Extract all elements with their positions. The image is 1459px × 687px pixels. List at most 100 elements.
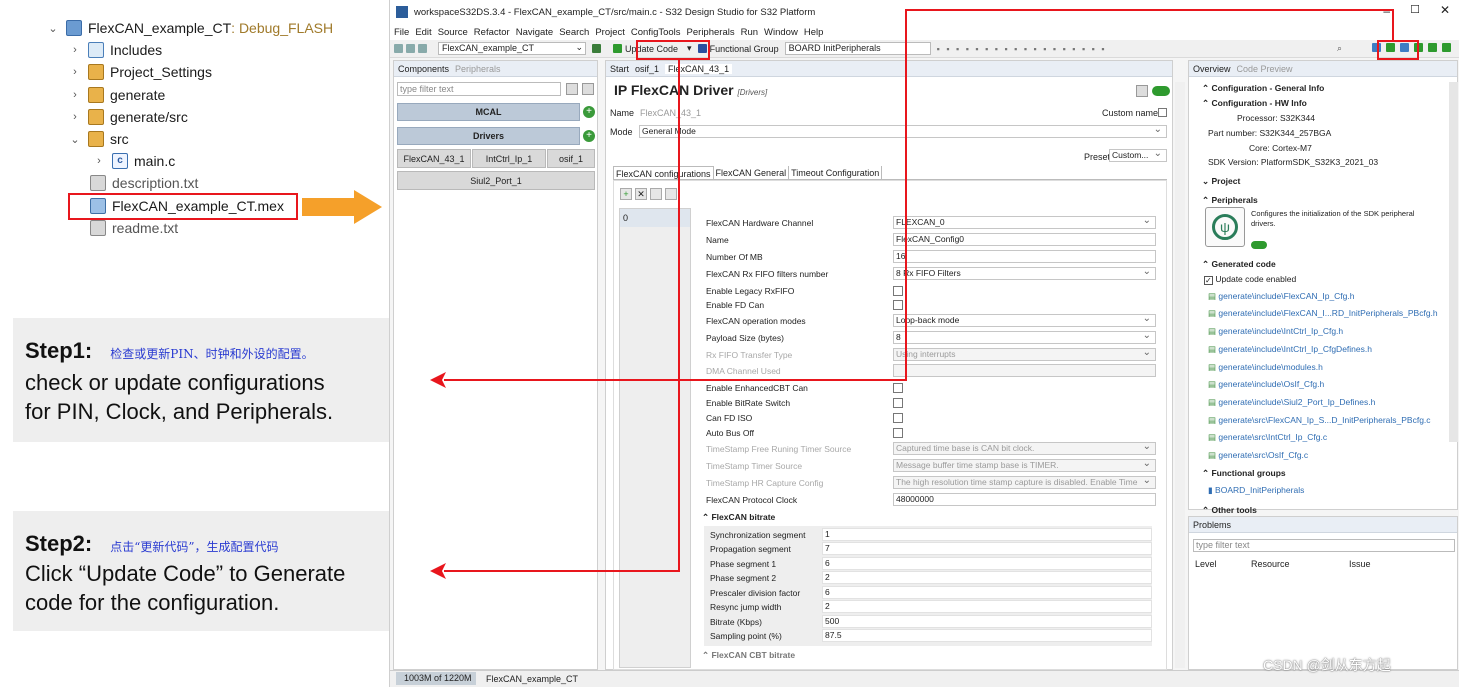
tab-code-preview[interactable]: Code Preview: [1237, 64, 1293, 74]
search-icon[interactable]: ⌕: [1337, 43, 1342, 54]
chevron-right-icon[interactable]: ›: [92, 155, 106, 167]
generated-file-link[interactable]: generate\include\OsIf_Cfg.h: [1208, 379, 1324, 390]
peripherals-toggle[interactable]: [1251, 241, 1267, 249]
subtab-flexcan-general[interactable]: FlexCAN General: [714, 166, 790, 179]
toolbar-icons[interactable]: ▪ ▪ ▪ ▪ ▪ ▪ ▪ ▪ ▪ ▪ ▪ ▪ ▪ ▪ ▪ ▪ ▪ ▪: [937, 44, 1107, 54]
generated-file-link[interactable]: generate\include\modules.h: [1208, 362, 1322, 373]
field-select[interactable]: 8 Rx FIFO Filters: [893, 267, 1156, 280]
tab-flexcan[interactable]: FlexCAN_43_1: [665, 63, 733, 74]
section-hw-info[interactable]: ⌃ Configuration - HW Info: [1202, 98, 1307, 109]
update-code-enabled-checkbox[interactable]: ✓: [1204, 276, 1213, 285]
maximize-icon[interactable]: ☐: [1410, 3, 1420, 16]
minimize-icon[interactable]: –: [1383, 4, 1390, 18]
menu-file[interactable]: File: [394, 27, 409, 38]
section-other-tools[interactable]: ⌃ Other tools: [1202, 505, 1257, 513]
field-select[interactable]: Using interrupts: [893, 348, 1156, 361]
menu-window[interactable]: Window: [764, 27, 798, 38]
tab-components[interactable]: Components: [398, 64, 449, 74]
update-code-enabled[interactable]: ✓ Update code enabled: [1204, 274, 1296, 285]
chevron-right-icon[interactable]: ›: [68, 66, 82, 78]
sort-icon[interactable]: [582, 83, 594, 95]
tab-overview[interactable]: Overview: [1193, 64, 1231, 74]
section-functional-groups[interactable]: ⌃ Functional groups: [1202, 468, 1286, 479]
field-select[interactable]: Captured time base is CAN bit clock.: [893, 442, 1156, 455]
component-siul2-port[interactable]: Siul2_Port_1: [397, 171, 595, 190]
tree-item-readme[interactable]: readme.txt: [90, 220, 178, 236]
chevron-down-icon[interactable]: ⌄: [68, 133, 82, 146]
tab-osif[interactable]: osif_1: [635, 64, 659, 74]
section-project[interactable]: ⌄ Project: [1202, 176, 1240, 187]
tree-item-includes[interactable]: › Includes: [68, 42, 162, 58]
field-select[interactable]: The high resolution time stamp capture i…: [893, 476, 1156, 489]
section-generated-code[interactable]: ⌃ Generated code: [1202, 259, 1276, 270]
tree-item-src[interactable]: ⌄ src: [68, 131, 129, 147]
tree-item-project-settings[interactable]: › Project_Settings: [68, 64, 212, 80]
generated-file-link[interactable]: generate\include\IntCtrl_Ip_Cfg.h: [1208, 326, 1343, 337]
col-issue[interactable]: Issue: [1349, 559, 1371, 569]
custom-name-checkbox[interactable]: [1158, 108, 1167, 117]
generated-file-link[interactable]: generate\src\OsIf_Cfg.c: [1208, 450, 1308, 461]
move-down-icon[interactable]: [665, 188, 677, 200]
chevron-right-icon[interactable]: ›: [68, 44, 82, 56]
save-icon[interactable]: [406, 44, 415, 53]
field-checkbox[interactable]: [893, 428, 903, 438]
component-osif[interactable]: osif_1: [547, 149, 595, 168]
col-resource[interactable]: Resource: [1251, 559, 1290, 569]
mcal-category[interactable]: MCAL: [397, 103, 580, 121]
subtab-timeout[interactable]: Timeout Configuration: [789, 166, 883, 179]
tab-problems[interactable]: Problems: [1193, 520, 1231, 530]
tree-item-description[interactable]: description.txt: [90, 175, 198, 191]
menu-project[interactable]: Project: [595, 27, 625, 38]
field-input[interactable]: 16: [893, 250, 1156, 263]
menu-edit[interactable]: Edit: [415, 27, 431, 38]
section-peripherals[interactable]: ⌃ Peripherals: [1202, 195, 1258, 206]
components-filter-input[interactable]: type filter text: [397, 82, 561, 96]
bitrate-section[interactable]: ⌃ FlexCAN bitrate: [702, 512, 775, 523]
overview-scrollbar[interactable]: [1449, 82, 1458, 442]
menu-peripherals[interactable]: Peripherals: [687, 27, 735, 38]
menu-configtools[interactable]: ConfigTools: [631, 27, 681, 38]
tree-item-generate-src[interactable]: › generate/src: [68, 109, 188, 125]
print-icon[interactable]: [418, 44, 427, 53]
generated-file-link[interactable]: generate\src\IntCtrl_Ip_Cfg.c: [1208, 432, 1327, 443]
chevron-right-icon[interactable]: ›: [68, 111, 82, 123]
generated-file-link[interactable]: generate\src\FlexCAN_Ip_S...D_InitPeriph…: [1208, 415, 1430, 426]
cbt-section[interactable]: ⌃ FlexCAN CBT bitrate: [702, 650, 795, 661]
tab-peripherals[interactable]: Peripherals: [455, 64, 501, 74]
generated-file-link[interactable]: generate\include\FlexCAN_I...RD_InitPeri…: [1208, 308, 1437, 319]
field-input[interactable]: [893, 364, 1156, 377]
filter-settings-icon[interactable]: [566, 83, 578, 95]
editor-scrollbar[interactable]: [1175, 82, 1185, 668]
move-up-icon[interactable]: [650, 188, 662, 200]
field-select[interactable]: 8: [893, 331, 1156, 344]
field-select[interactable]: Message buffer time stamp base is TIMER.: [893, 459, 1156, 472]
field-checkbox[interactable]: [893, 383, 903, 393]
menu-refactor[interactable]: Refactor: [474, 27, 510, 38]
field-select[interactable]: Loop-back mode: [893, 314, 1156, 327]
component-flexcan[interactable]: FlexCAN_43_1: [397, 149, 471, 168]
col-level[interactable]: Level: [1195, 559, 1217, 569]
generated-file-link[interactable]: generate\include\IntCtrl_Ip_CfgDefines.h: [1208, 344, 1372, 355]
chevron-right-icon[interactable]: ›: [68, 89, 82, 101]
field-checkbox[interactable]: [893, 398, 903, 408]
field-input[interactable]: 48000000: [893, 493, 1156, 506]
chevron-down-icon[interactable]: ⌄: [46, 22, 60, 35]
field-checkbox[interactable]: [893, 413, 903, 423]
close-icon[interactable]: ✕: [1440, 3, 1450, 17]
field-checkbox[interactable]: [893, 300, 903, 310]
add-icon[interactable]: +: [583, 106, 595, 118]
tab-start[interactable]: Start: [610, 64, 629, 74]
drivers-category[interactable]: Drivers: [397, 127, 580, 145]
menu-run[interactable]: Run: [741, 27, 758, 38]
peripherals-tool-icon[interactable]: ψ: [1205, 207, 1245, 247]
mode-select[interactable]: General Mode: [639, 125, 1167, 138]
add-icon[interactable]: +: [583, 130, 595, 142]
menu-help[interactable]: Help: [804, 27, 824, 38]
project-select[interactable]: FlexCAN_example_CT ⌄: [438, 42, 586, 55]
tree-item-main-c[interactable]: › c main.c: [92, 153, 175, 169]
tree-item-generate[interactable]: › generate: [68, 87, 165, 103]
generated-file-link[interactable]: generate\include\Siul2_Port_Ip_Defines.h: [1208, 397, 1375, 408]
section-general-info[interactable]: ⌃ Configuration - General Info: [1202, 83, 1324, 94]
menu-search[interactable]: Search: [559, 27, 589, 38]
enable-toggle[interactable]: [1152, 86, 1170, 96]
